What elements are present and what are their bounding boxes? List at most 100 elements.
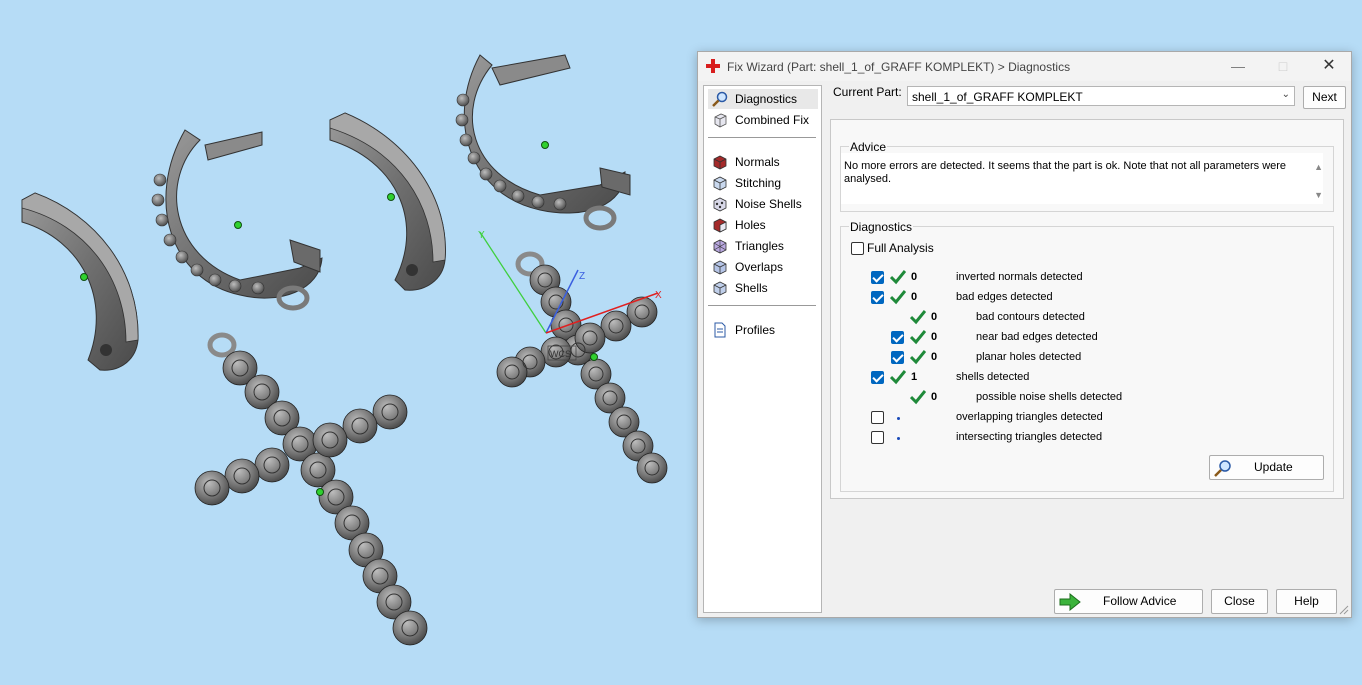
bad-edges-count: 0 xyxy=(911,291,918,303)
wcs-label: WCS xyxy=(550,349,571,359)
magnifier-icon xyxy=(1214,460,1231,477)
nav-item-label: Profiles xyxy=(735,323,776,337)
noise-shells-count: 0 xyxy=(931,391,938,403)
pending-dot-icon xyxy=(897,417,900,420)
wizard-nav-list: Diagnostics Combined Fix Normals Stitchi… xyxy=(703,85,822,613)
arrow-right-icon xyxy=(1059,593,1081,611)
follow-advice-button[interactable]: Follow Advice xyxy=(1054,589,1203,614)
planar-holes-count: 0 xyxy=(931,351,938,363)
window-title: Fix Wizard (Part: shell_1_of_GRAFF KOMPL… xyxy=(727,60,1071,74)
planar-holes-label: planar holes detected xyxy=(976,351,1082,363)
current-part-select[interactable]: shell_1_of_GRAFF KOMPLEKT ⌄ xyxy=(907,86,1295,106)
maximize-icon[interactable]: □ xyxy=(1268,56,1298,76)
current-part-value: shell_1_of_GRAFF KOMPLEKT xyxy=(912,90,1083,104)
inverted-normals-count: 0 xyxy=(911,271,918,283)
nav-item-holes[interactable]: Holes xyxy=(708,215,818,235)
stitching-cube-icon xyxy=(713,176,727,191)
noise-shells-label: possible noise shells detected xyxy=(976,391,1123,403)
nav-item-normals[interactable]: Normals xyxy=(708,152,818,172)
half-ring-part-4 xyxy=(455,54,631,231)
nav-separator xyxy=(708,137,816,138)
advice-text: No more errors are detected. It seems th… xyxy=(844,160,1294,186)
nav-item-label: Noise Shells xyxy=(735,197,802,211)
overlapping-triangles-label: overlapping triangles detected xyxy=(956,411,1103,423)
half-ring-part-2 xyxy=(151,129,323,311)
advice-title: Advice xyxy=(849,140,888,154)
nav-item-shells[interactable]: Shells xyxy=(708,278,818,298)
title-bar[interactable]: Fix Wizard (Part: shell_1_of_GRAFF KOMPL… xyxy=(698,52,1351,81)
cross-part-1 xyxy=(194,332,428,646)
magnifier-icon xyxy=(712,91,728,107)
overlaps-cube-icon xyxy=(713,260,727,275)
minimize-icon[interactable]: — xyxy=(1223,56,1253,76)
close-button[interactable]: Close xyxy=(1211,589,1268,614)
fix-wizard-dialog: Fix Wizard (Part: shell_1_of_GRAFF KOMPL… xyxy=(697,51,1352,618)
shells-cube-icon xyxy=(713,281,727,296)
nav-item-diagnostics[interactable]: Diagnostics xyxy=(708,89,818,109)
full-analysis-label: Full Analysis xyxy=(867,241,934,255)
cube-icon xyxy=(714,113,727,128)
check-icon xyxy=(910,310,926,325)
scroll-down-icon[interactable]: ▼ xyxy=(1314,190,1323,200)
close-icon[interactable]: ✕ xyxy=(1314,56,1344,76)
intersecting-triangles-checkbox[interactable] xyxy=(871,431,884,444)
triangles-cube-icon xyxy=(713,239,727,254)
check-icon xyxy=(890,270,906,285)
nav-item-profiles[interactable]: Profiles xyxy=(708,320,818,340)
nav-item-label: Stitching xyxy=(735,176,782,190)
intersecting-triangles-label: intersecting triangles detected xyxy=(956,431,1103,443)
nav-item-label: Overlaps xyxy=(735,260,784,274)
bad-contours-count: 0 xyxy=(931,311,938,323)
nav-item-label: Holes xyxy=(735,218,766,232)
update-label: Update xyxy=(1254,460,1293,474)
nav-item-label: Normals xyxy=(735,155,780,169)
nav-item-label: Shells xyxy=(735,281,768,295)
full-analysis-checkbox[interactable] xyxy=(851,242,864,255)
shells-count: 1 xyxy=(911,371,918,383)
normals-cube-icon xyxy=(713,155,727,170)
overlapping-triangles-checkbox[interactable] xyxy=(871,411,884,424)
y-axis-label: Y xyxy=(478,230,485,241)
half-ring-part-1 xyxy=(21,192,139,371)
help-button[interactable]: Help xyxy=(1276,589,1337,614)
diagnostics-panel: Advice No more errors are detected. It s… xyxy=(830,119,1344,499)
inverted-normals-label: inverted normals detected xyxy=(956,271,1083,283)
inverted-normals-checkbox[interactable] xyxy=(871,271,884,284)
nav-item-triangles[interactable]: Triangles xyxy=(708,236,818,256)
nav-item-combined-fix[interactable]: Combined Fix xyxy=(708,110,818,130)
near-bad-edges-label: near bad edges detected xyxy=(976,331,1098,343)
bad-edges-label: bad edges detected xyxy=(956,291,1053,303)
resize-grip-icon[interactable] xyxy=(1339,605,1349,615)
nav-item-stitching[interactable]: Stitching xyxy=(708,173,818,193)
chevron-down-icon: ⌄ xyxy=(1281,89,1290,100)
nav-item-overlaps[interactable]: Overlaps xyxy=(708,257,818,277)
cross-part-2 xyxy=(496,251,668,484)
shells-label: shells detected xyxy=(956,371,1030,383)
check-icon xyxy=(910,390,926,405)
check-icon xyxy=(890,290,906,305)
nav-item-label: Triangles xyxy=(735,239,784,253)
x-axis-label: X xyxy=(655,290,662,301)
pending-dot-icon xyxy=(897,437,900,440)
current-part-label: Current Part: xyxy=(833,85,902,99)
check-icon xyxy=(910,350,926,365)
bad-edges-checkbox[interactable] xyxy=(871,291,884,304)
diagnostics-title: Diagnostics xyxy=(849,220,914,234)
check-icon xyxy=(890,370,906,385)
next-button[interactable]: Next xyxy=(1303,86,1346,109)
scroll-up-icon[interactable]: ▲ xyxy=(1314,162,1323,172)
z-axis-label: Z xyxy=(579,271,585,282)
follow-advice-label: Follow Advice xyxy=(1103,594,1177,608)
half-ring-part-3 xyxy=(329,112,446,291)
near-bad-edges-checkbox[interactable] xyxy=(891,331,904,344)
update-button[interactable]: Update xyxy=(1209,455,1324,480)
shells-checkbox[interactable] xyxy=(871,371,884,384)
red-cross-icon xyxy=(706,59,720,73)
nav-item-label: Diagnostics xyxy=(735,92,798,106)
nav-item-noise-shells[interactable]: Noise Shells xyxy=(708,194,818,214)
check-icon xyxy=(910,330,926,345)
nav-separator xyxy=(708,305,816,306)
holes-cube-icon xyxy=(713,218,727,233)
planar-holes-checkbox[interactable] xyxy=(891,351,904,364)
nav-item-label: Combined Fix xyxy=(735,113,810,127)
